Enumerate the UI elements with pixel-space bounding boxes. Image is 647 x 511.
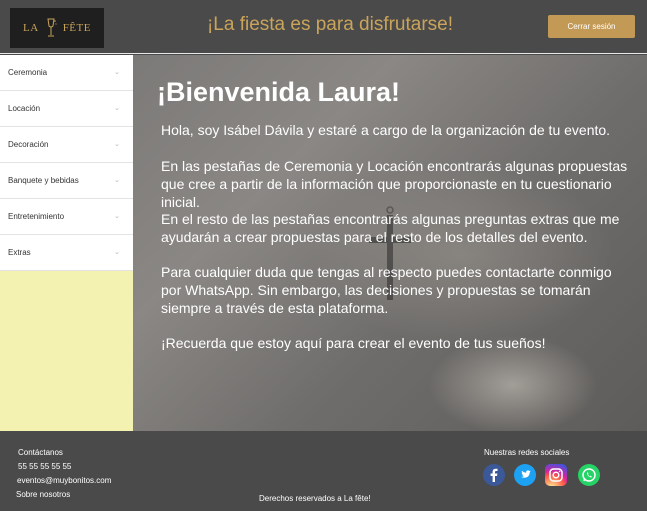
contact-phone: 55 55 55 55 55	[18, 462, 72, 471]
chevron-down-icon: ⌄	[114, 140, 120, 148]
page-tagline: ¡La fiesta es para disfrutarse!	[206, 14, 454, 35]
extras-paragraph: En el resto de las pestañas encontrarás …	[161, 211, 620, 245]
contact-paragraph: Para cualquier duda que tengas al respec…	[161, 264, 612, 316]
instagram-icon[interactable]	[545, 464, 567, 486]
footer: Contáctanos 55 55 55 55 55 eventos@muybo…	[0, 431, 647, 511]
chevron-down-icon: ⌄	[114, 212, 120, 220]
about-link[interactable]: Sobre nosotros	[16, 490, 70, 499]
logo[interactable]: LA FÊTE	[10, 8, 104, 48]
chevron-down-icon: ⌄	[114, 68, 120, 76]
sidebar: Ceremonia ⌄ Locación ⌄ Decoración ⌄ Banq…	[0, 55, 133, 431]
sidebar-item-banquete[interactable]: Banquete y bebidas ⌄	[0, 163, 133, 199]
sidebar-item-locacion[interactable]: Locación ⌄	[0, 91, 133, 127]
closing-paragraph: ¡Recuerda que estoy aquí para crear el e…	[161, 335, 546, 351]
sidebar-item-decoracion[interactable]: Decoración ⌄	[0, 127, 133, 163]
contact-email[interactable]: eventos@muybonitos.com	[17, 476, 111, 485]
facebook-icon[interactable]	[483, 464, 505, 486]
sidebar-item-label: Locación	[8, 104, 41, 113]
tabs-paragraph: En las pestañas de Ceremonia y Locación …	[161, 158, 628, 210]
welcome-heading: ¡Bienvenida Laura!	[157, 77, 401, 107]
chevron-down-icon: ⌄	[114, 248, 120, 256]
intro-paragraph: Hola, soy Isábel Dávila y estaré a cargo…	[161, 122, 611, 138]
logo-text-left: LA	[23, 22, 39, 34]
champagne-glass-icon	[47, 18, 57, 37]
sidebar-item-ceremonia[interactable]: Ceremonia ⌄	[0, 55, 133, 91]
contact-title: Contáctanos	[18, 448, 63, 457]
sidebar-item-extras[interactable]: Extras ⌄	[0, 235, 133, 271]
sidebar-item-label: Banquete y bebidas	[8, 176, 79, 185]
sidebar-item-label: Extras	[8, 248, 31, 257]
chevron-down-icon: ⌄	[114, 176, 120, 184]
welcome-panel: ¡Bienvenida Laura! Hola, soy Isábel Dávi…	[133, 55, 647, 431]
sidebar-item-label: Decoración	[8, 140, 49, 149]
sidebar-item-label: Ceremonia	[8, 68, 48, 77]
copyright-text: Derechos reservados a La fête!	[259, 494, 371, 503]
whatsapp-icon[interactable]	[578, 464, 600, 486]
app-header: LA FÊTE ¡La fiesta es para disfrutarse! …	[0, 0, 647, 54]
logo-text-right: FÊTE	[62, 22, 91, 34]
sidebar-menu: Ceremonia ⌄ Locación ⌄ Decoración ⌄ Banq…	[0, 55, 133, 271]
logout-button[interactable]: Cerrar sesión	[548, 15, 635, 38]
chevron-down-icon: ⌄	[114, 104, 120, 112]
twitter-icon[interactable]	[514, 464, 536, 486]
sidebar-item-entretenimiento[interactable]: Entretenimiento ⌄	[0, 199, 133, 235]
social-title: Nuestras redes sociales	[484, 448, 570, 457]
sidebar-item-label: Entretenimiento	[8, 212, 65, 221]
